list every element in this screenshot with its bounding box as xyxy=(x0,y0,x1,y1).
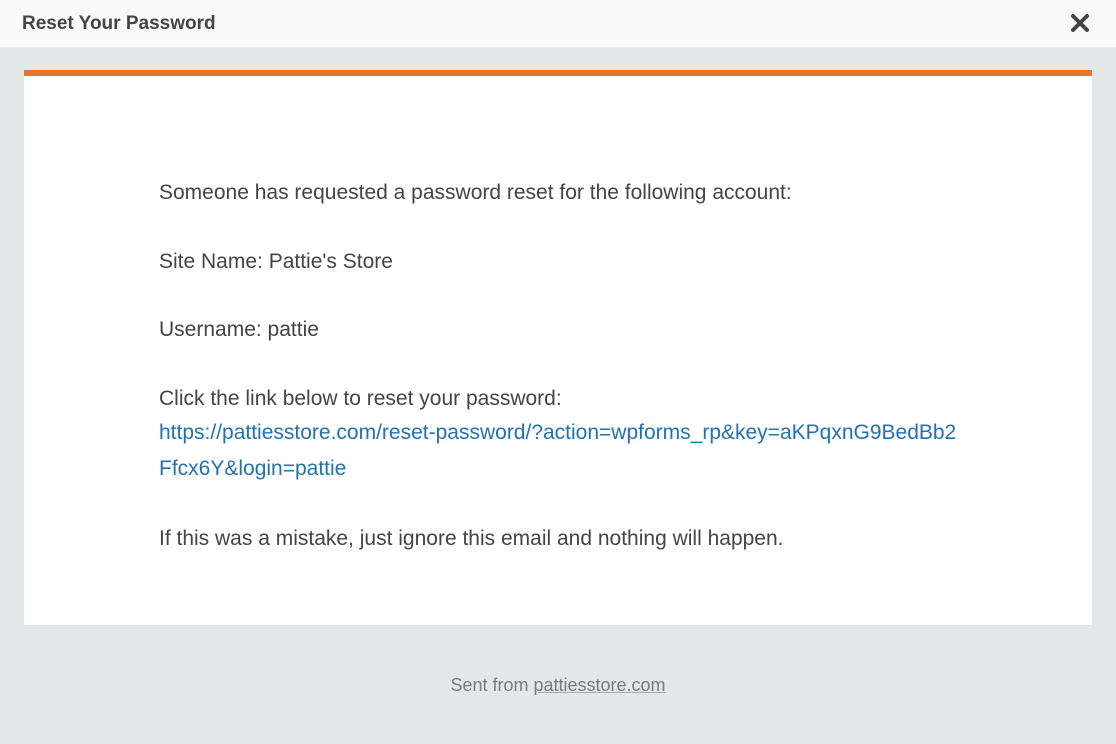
email-card: Someone has requested a password reset f… xyxy=(24,70,1092,625)
email-footer: Sent from pattiesstore.com xyxy=(0,625,1116,716)
email-body: Someone has requested a password reset f… xyxy=(159,176,957,555)
footer-domain-link[interactable]: pattiesstore.com xyxy=(533,675,665,695)
intro-text: Someone has requested a password reset f… xyxy=(159,176,957,210)
close-icon[interactable] xyxy=(1066,11,1094,37)
reset-password-link[interactable]: https://pattiesstore.com/reset-password/… xyxy=(159,415,957,486)
sent-from-label: Sent from xyxy=(450,675,533,695)
site-name-line: Site Name: Pattie's Store xyxy=(159,245,957,279)
mistake-text: If this was a mistake, just ignore this … xyxy=(159,522,957,556)
modal-header: Reset Your Password xyxy=(0,0,1116,48)
instruction-text: Click the link below to reset your passw… xyxy=(159,382,957,416)
username-line: Username: pattie xyxy=(159,313,957,347)
modal-title: Reset Your Password xyxy=(22,13,216,35)
